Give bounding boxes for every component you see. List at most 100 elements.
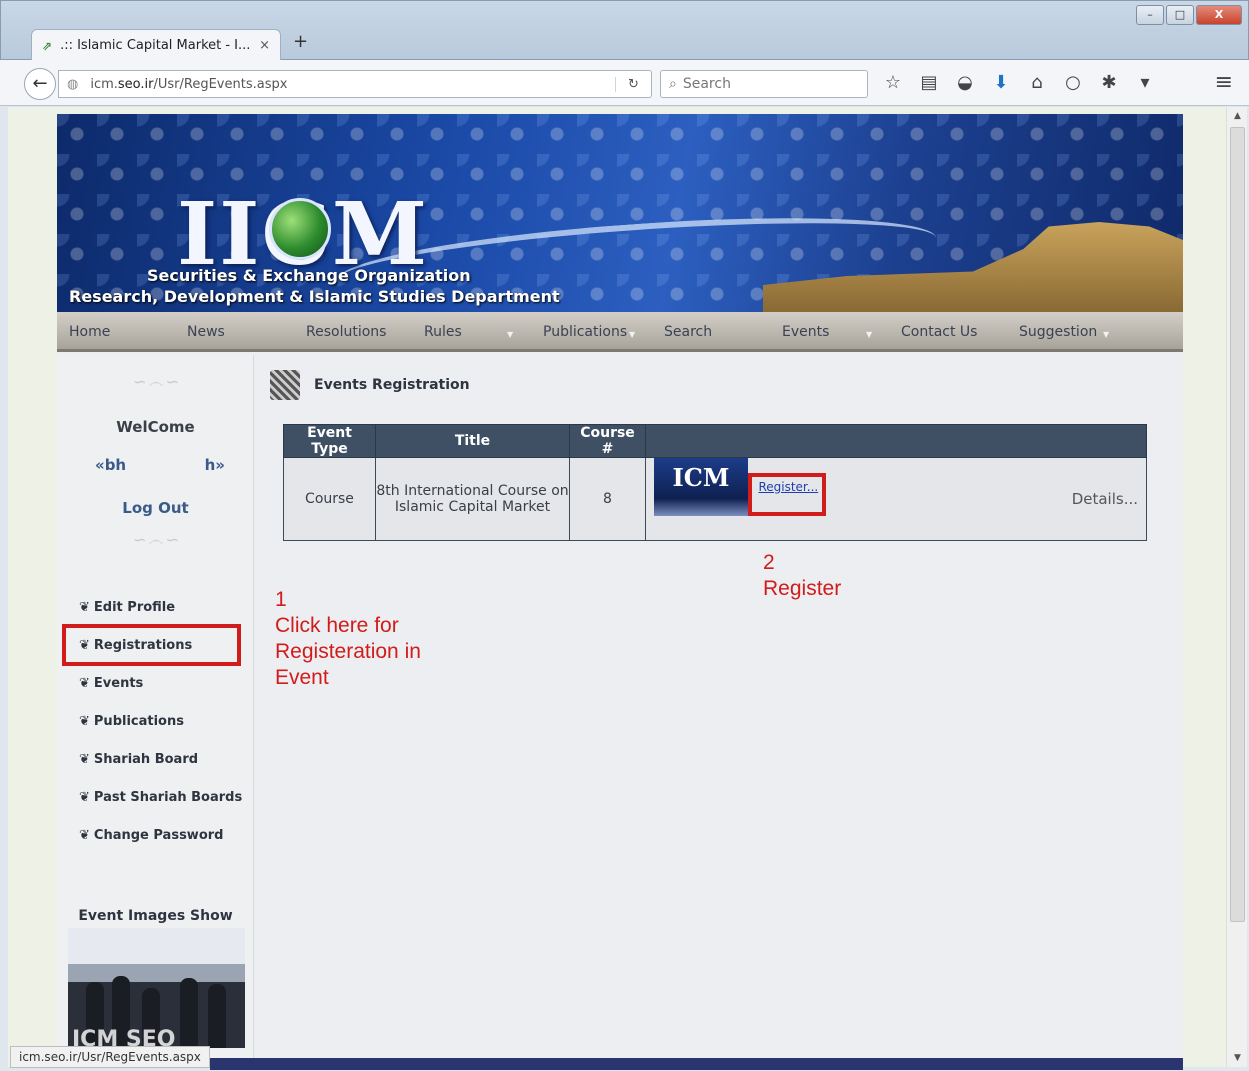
site-container: IICM Securities & Exchange Organization …	[57, 114, 1183, 1067]
col-title: Title	[375, 424, 570, 458]
maximize-button[interactable]: □	[1166, 5, 1194, 25]
welcome-text: WelCome	[116, 418, 195, 436]
chevron-down-icon: ▼	[866, 330, 873, 339]
scroll-down-icon[interactable]: ▼	[1227, 1053, 1248, 1063]
bookmarks-list-icon[interactable]: ▤	[918, 72, 940, 93]
menu-news[interactable]: News	[187, 324, 225, 340]
scroll-up-icon[interactable]: ▲	[1227, 111, 1248, 121]
sidebar-item-past-shariah-boards[interactable]: ❦ Past Shariah Boards	[79, 790, 242, 805]
search-icon: ⌕	[669, 76, 677, 92]
download-icon[interactable]: ⬇	[990, 72, 1012, 93]
cell-actions: ICM Register... Details...	[645, 457, 1147, 541]
pocket-icon[interactable]: ◒	[954, 72, 976, 93]
window-controls: – □ X	[1136, 5, 1242, 25]
toolbar-icons: ☆ ▤ ◒ ⬇ ⌂ ○ ✱ ▾	[882, 72, 1156, 93]
leaf-icon: ❦	[79, 752, 90, 767]
sidebar-item-publications[interactable]: ❦ Publications	[79, 714, 184, 729]
menu-icon[interactable]: ≡	[1215, 70, 1233, 95]
course-image: ICM	[654, 458, 748, 516]
leaf-icon: ❦	[79, 600, 90, 615]
menu-rules[interactable]: Rules	[424, 324, 462, 340]
person-shape	[180, 978, 198, 1048]
chevron-down-icon: ▼	[1103, 330, 1110, 339]
col-course-no: Course #	[569, 424, 646, 458]
registration-icon	[270, 370, 300, 400]
page-scrollbar[interactable]: ▲ ▼	[1226, 107, 1247, 1067]
extension-icon[interactable]: ✱	[1098, 72, 1120, 93]
reload-icon[interactable]: ↻	[615, 76, 651, 92]
tab-close-icon[interactable]: ×	[259, 38, 270, 53]
cell-course-no: 8	[569, 457, 646, 541]
menu-contact-us[interactable]: Contact Us	[901, 324, 977, 340]
bookmark-star-icon[interactable]: ☆	[882, 72, 904, 93]
browser-tab[interactable]: ⇗ .:: Islamic Capital Market - I... ×	[31, 29, 281, 61]
username-right: h»	[204, 456, 225, 474]
tab-title: .:: Islamic Capital Market - I...	[60, 38, 251, 53]
sidebar: ∽෴∽ WelCome «bh h» Log Out ∽෴∽ ❦ Edit Pr…	[57, 355, 254, 1067]
browser-navbar: ← ◍ icm.seo.ir/Usr/RegEvents.aspx ↻ ⌕ Se…	[0, 60, 1249, 106]
leaf-icon: ❦	[79, 828, 90, 843]
menu-home[interactable]: Home	[69, 324, 110, 340]
menu-publications[interactable]: Publications	[543, 324, 627, 340]
sidebar-item-label: Change Password	[93, 828, 224, 843]
back-button[interactable]: ←	[24, 68, 56, 100]
username: «bh h»	[95, 456, 225, 474]
leaf-icon: ❦	[79, 676, 90, 691]
annotation-step-2: 2 Register	[763, 551, 842, 600]
image-caption: ICM SEO	[72, 1027, 176, 1048]
new-tab-button[interactable]: +	[293, 31, 308, 52]
site-banner: IICM Securities & Exchange Organization …	[57, 114, 1183, 312]
event-images-title: Event Images Show	[78, 908, 233, 924]
annotation-step-1: 1 Click here for Registeration in Event	[275, 588, 421, 689]
page-heading: Events Registration	[270, 370, 470, 400]
cell-event-type: Course	[283, 457, 376, 541]
sidebar-item-change-password[interactable]: ❦ Change Password	[79, 828, 223, 843]
page-viewport: IICM Securities & Exchange Organization …	[8, 107, 1226, 1067]
menu-search[interactable]: Search	[664, 324, 712, 340]
sidebar-item-shariah-board[interactable]: ❦ Shariah Board	[79, 752, 198, 767]
minimize-button[interactable]: –	[1136, 5, 1164, 25]
sidebar-item-label: Edit Profile	[93, 600, 176, 615]
main-content: Events Registration Event Type Title Cou…	[255, 355, 1183, 1067]
url-text: icm.seo.ir/Usr/RegEvents.aspx	[90, 76, 288, 92]
ornament-bottom: ∽෴∽	[133, 530, 181, 549]
menu-resolutions[interactable]: Resolutions	[306, 324, 386, 340]
site-favicon-icon: ⇗	[42, 38, 53, 53]
org-name: Securities & Exchange Organization	[147, 266, 471, 285]
sidebar-item-label: Shariah Board	[93, 752, 199, 767]
scroll-thumb[interactable]	[1230, 127, 1245, 922]
search-placeholder: Search	[682, 76, 731, 92]
globe-logo-icon	[269, 198, 331, 260]
page-title: Events Registration	[314, 377, 470, 393]
sidebar-item-label: Events	[93, 676, 144, 691]
table-row: Course 8th International Course on Islam…	[283, 457, 1147, 541]
person-shape	[208, 984, 226, 1048]
details-link[interactable]: Details...	[1072, 458, 1138, 540]
address-bar[interactable]: ◍ icm.seo.ir/Usr/RegEvents.aspx ↻	[58, 70, 652, 98]
chevron-down-icon: ▼	[507, 330, 514, 339]
sidebar-item-label: Publications	[93, 714, 184, 729]
leaf-icon: ❦	[79, 714, 90, 729]
sidebar-item-label: Past Shariah Boards	[93, 790, 243, 805]
cell-title: 8th International Course on Islamic Capi…	[375, 457, 570, 541]
username-left: «bh	[95, 456, 127, 474]
footer-strip	[210, 1058, 1183, 1070]
sidebar-item-events[interactable]: ❦ Events	[79, 676, 143, 691]
highlight-registrations-box	[62, 624, 241, 666]
event-image-slideshow[interactable]: ICM SEO	[68, 928, 245, 1048]
menu-suggestion[interactable]: Suggestion	[1019, 324, 1097, 340]
sidebar-item-edit-profile[interactable]: ❦ Edit Profile	[79, 600, 175, 615]
search-input[interactable]: ⌕ Search	[660, 70, 868, 98]
chat-icon[interactable]: ○	[1062, 72, 1084, 93]
main-menu: Home News Resolutions Rules ▼ Publicatio…	[57, 312, 1183, 352]
browser-titlebar: ⇗ .:: Islamic Capital Market - I... × + …	[0, 0, 1249, 61]
home-icon[interactable]: ⌂	[1026, 72, 1048, 93]
chevron-down-icon[interactable]: ▾	[1134, 72, 1156, 93]
col-event-type: Event Type	[283, 424, 376, 458]
menu-events[interactable]: Events	[782, 324, 829, 340]
close-window-button[interactable]: X	[1196, 5, 1242, 25]
logout-link[interactable]: Log Out	[57, 499, 254, 517]
dept-name: Research, Development & Islamic Studies …	[69, 287, 560, 306]
title-line: 8th International Course on	[376, 483, 569, 499]
ornament-top: ∽෴∽	[133, 372, 181, 391]
